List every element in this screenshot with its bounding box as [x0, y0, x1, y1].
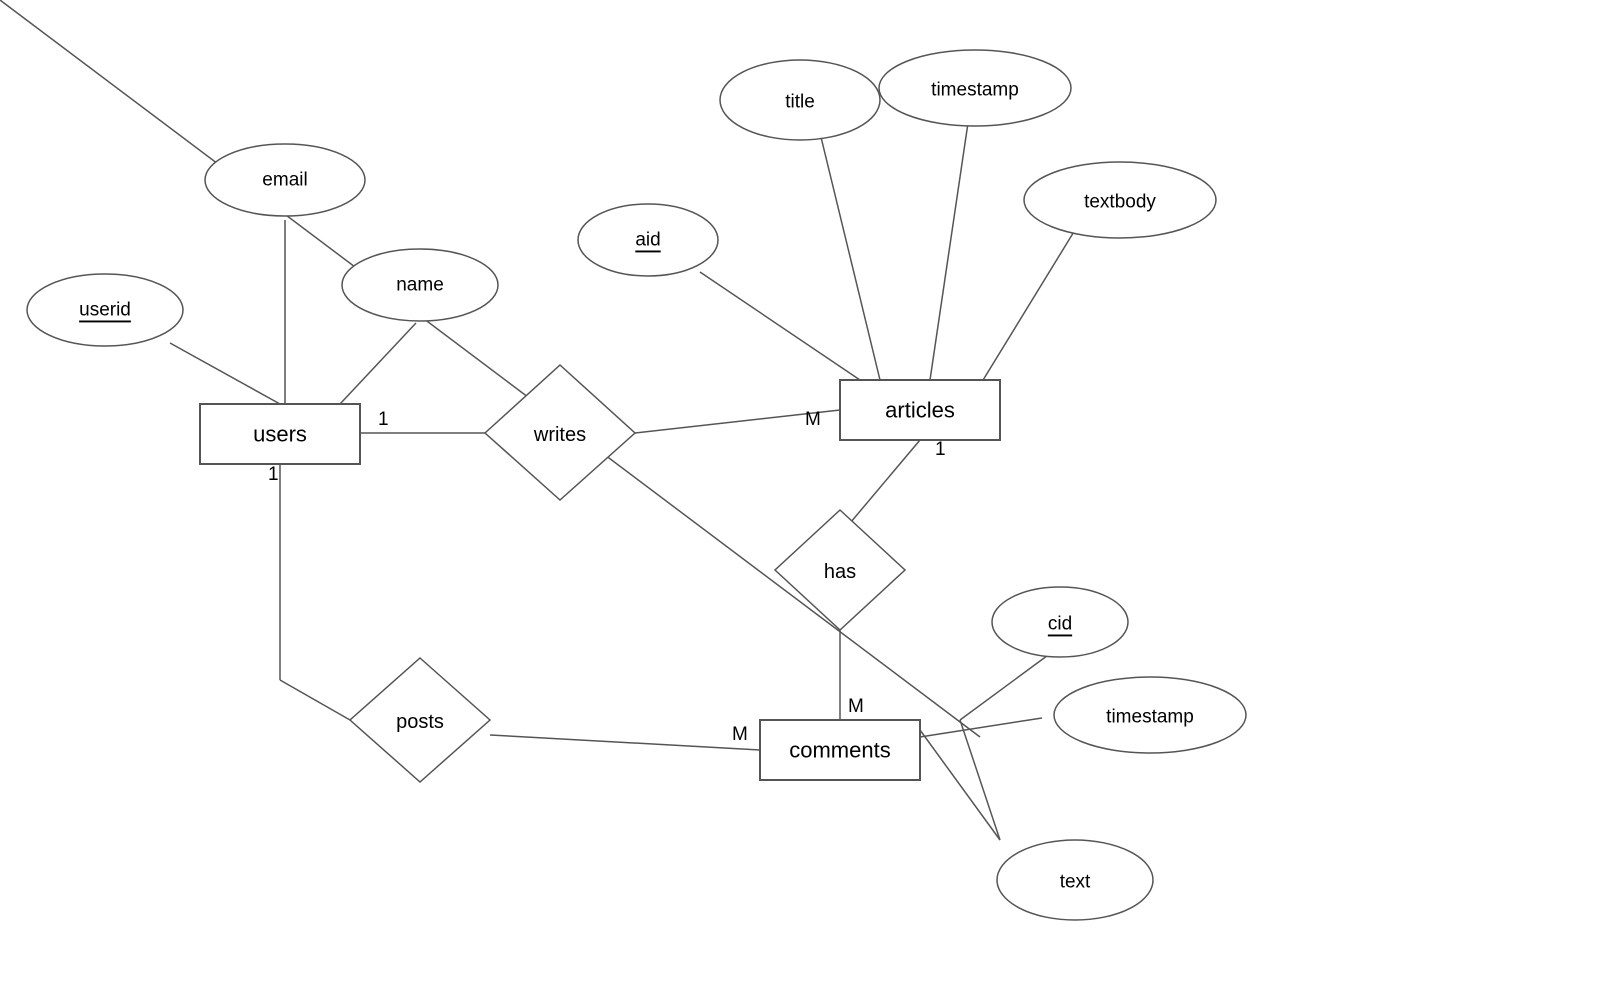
entity-articles-label: articles: [885, 398, 955, 423]
relationship-has-label: has: [824, 561, 856, 583]
line-comments-text2: [960, 720, 1000, 840]
line-articles-aid: [700, 272, 860, 380]
cardinality-has-comments-m: M: [848, 696, 864, 717]
cardinality-writes-articles-m: M: [805, 409, 821, 430]
attr-email-label: email: [262, 170, 307, 191]
attr-title-label: title: [785, 92, 815, 113]
attr-userid-label: userid: [79, 300, 131, 321]
relationship-writes-label: writes: [533, 424, 586, 446]
attr-cid-label: cid: [1048, 614, 1072, 635]
attr-name-label: name: [396, 275, 444, 296]
relationship-posts-label: posts: [396, 711, 444, 733]
entity-comments-label: comments: [789, 738, 890, 763]
cardinality-users-writes-1: 1: [378, 409, 389, 430]
entity-users-label: users: [253, 422, 307, 447]
attr-articles-timestamp-label: timestamp: [931, 80, 1019, 101]
line-users-posts: [280, 680, 350, 720]
line-articles-title: [820, 133, 880, 380]
attr-aid-label: aid: [635, 230, 660, 251]
line-comments-cid: [960, 650, 1055, 720]
cardinality-users-posts-1: 1: [268, 464, 279, 485]
line-users-name: [340, 323, 416, 404]
cardinality-posts-comments-m: M: [732, 724, 748, 745]
attr-comments-timestamp-label: timestamp: [1106, 707, 1194, 728]
er-diagram: 1 M 1 M 1 M writes has posts users artic…: [0, 0, 1600, 994]
line-users-userid: [170, 343, 280, 404]
attr-textbody-label: textbody: [1084, 192, 1156, 213]
line-comments-text: [920, 730, 1000, 840]
line-comments-timestamp: [920, 718, 1042, 737]
line-posts-comments: [490, 735, 760, 750]
cardinality-articles-has-1: 1: [935, 439, 946, 460]
line-articles-textbody: [980, 230, 1075, 385]
attr-text-label: text: [1060, 872, 1091, 893]
line-articles-timestamp: [930, 123, 968, 380]
